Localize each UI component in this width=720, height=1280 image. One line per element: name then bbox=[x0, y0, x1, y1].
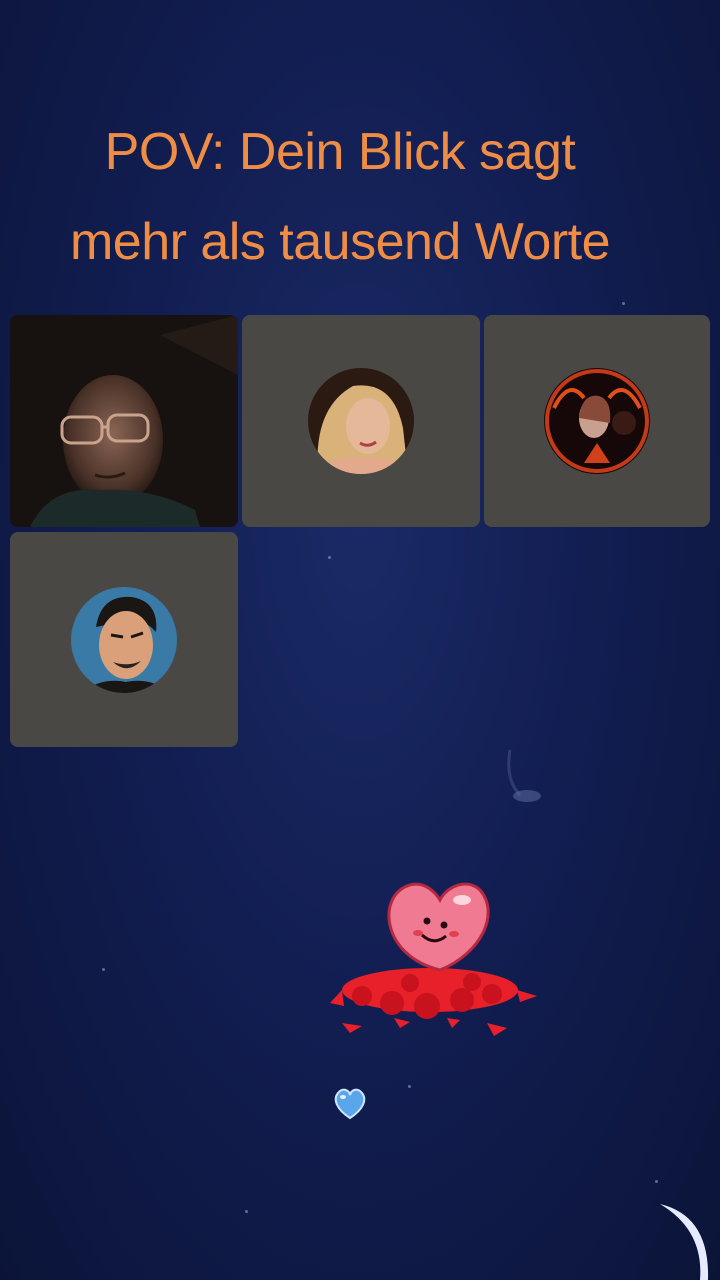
blue-heart-sticker bbox=[334, 1088, 366, 1120]
blonde-woman-avatar bbox=[308, 368, 414, 474]
heart-character-sticker bbox=[330, 882, 537, 1036]
faint-heart-icon bbox=[507, 749, 541, 802]
caption-line-1: POV: Dein Blick sagt bbox=[104, 123, 576, 181]
participant-tile-2[interactable] bbox=[242, 315, 480, 527]
caption-line-2: mehr als tausend Worte bbox=[69, 213, 611, 271]
participant-tile-camera[interactable] bbox=[10, 315, 238, 527]
participant-tile-3[interactable] bbox=[484, 315, 710, 527]
cartoon-man-avatar bbox=[71, 586, 177, 693]
participant-tile-4[interactable] bbox=[10, 532, 238, 747]
crescent-moon-icon bbox=[660, 1204, 709, 1280]
camera-video-feed bbox=[10, 315, 238, 527]
fantasy-portrait-avatar bbox=[544, 368, 650, 474]
